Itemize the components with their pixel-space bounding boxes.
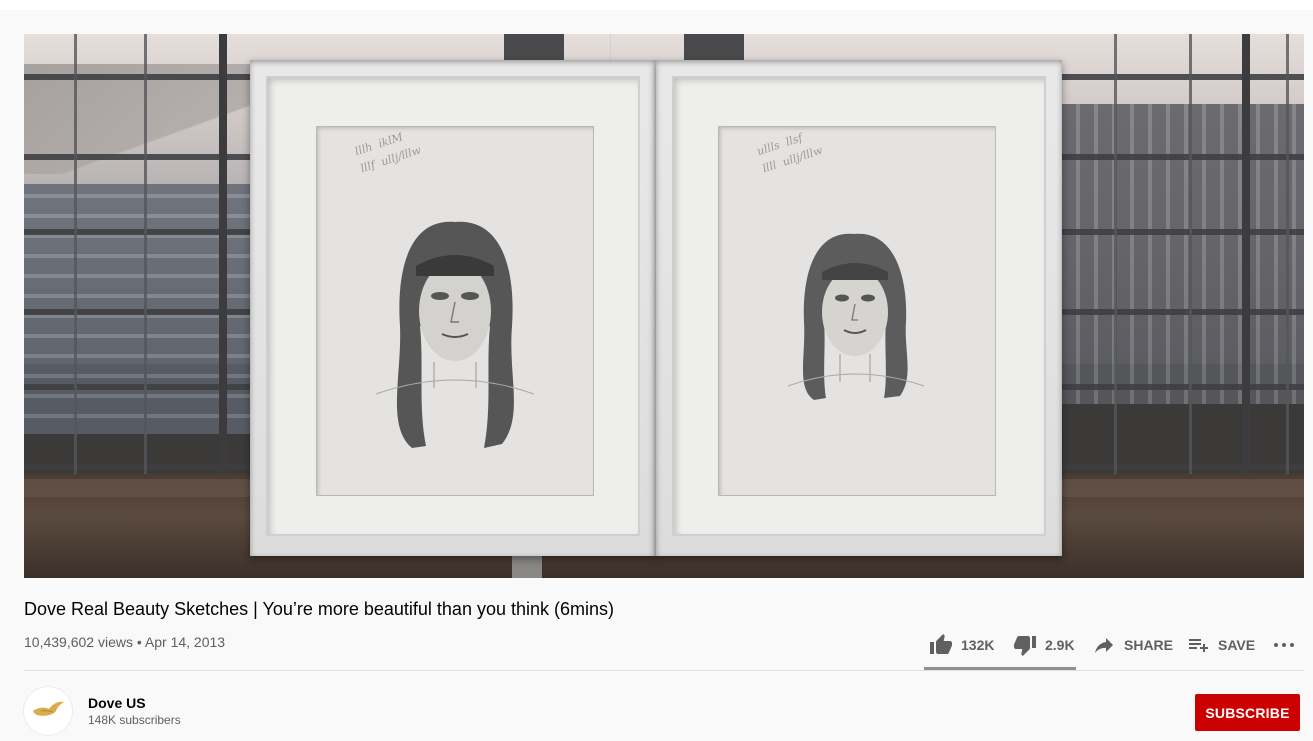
playlist-add-icon (1186, 633, 1210, 657)
right-portrait-sketch (787, 233, 925, 400)
left-portrait-sketch (375, 221, 535, 448)
more-actions-button[interactable] (1272, 628, 1296, 662)
divider (24, 670, 1304, 671)
subscriber-count: 148K subscribers (88, 713, 181, 727)
meta-separator: • (136, 634, 142, 650)
more-horizontal-icon (1272, 633, 1296, 657)
dislike-count: 2.9K (1045, 637, 1075, 653)
channel-name[interactable]: Dove US (88, 695, 146, 711)
top-bar (0, 0, 1313, 10)
share-arrow-icon (1092, 633, 1116, 657)
upload-date: Apr 14, 2013 (144, 634, 226, 650)
save-button[interactable]: SAVE (1186, 628, 1255, 662)
right-frame: ullls llsf llll ullj/lllw (656, 60, 1062, 556)
dislike-button[interactable]: 2.9K (1013, 628, 1075, 662)
like-count: 132K (961, 637, 995, 653)
share-label: SHARE (1124, 637, 1174, 653)
video-title: Dove Real Beauty Sketches | You’re more … (24, 599, 615, 619)
like-button[interactable]: 132K (929, 628, 994, 662)
channel-avatar[interactable] (24, 687, 72, 735)
video-player[interactable]: lllh iklM lllf ullj/lllw ullls llsf llll… (24, 34, 1304, 578)
subscribe-button[interactable]: SUBSCRIBE (1195, 694, 1300, 731)
video-meta: 10,439,602 views • Apr 14, 2013 (24, 634, 225, 650)
share-button[interactable]: SHARE (1092, 628, 1173, 662)
thumb-down-icon (1013, 633, 1037, 657)
save-label: SAVE (1218, 637, 1256, 653)
video-frame-image: lllh iklM lllf ullj/lllw ullls llsf llll… (24, 34, 1304, 578)
left-frame: lllh iklM lllf ullj/lllw (250, 60, 656, 556)
view-count: 10,439,602 views (24, 634, 133, 650)
thumb-up-icon (929, 633, 953, 657)
dove-bird-logo (31, 699, 65, 724)
